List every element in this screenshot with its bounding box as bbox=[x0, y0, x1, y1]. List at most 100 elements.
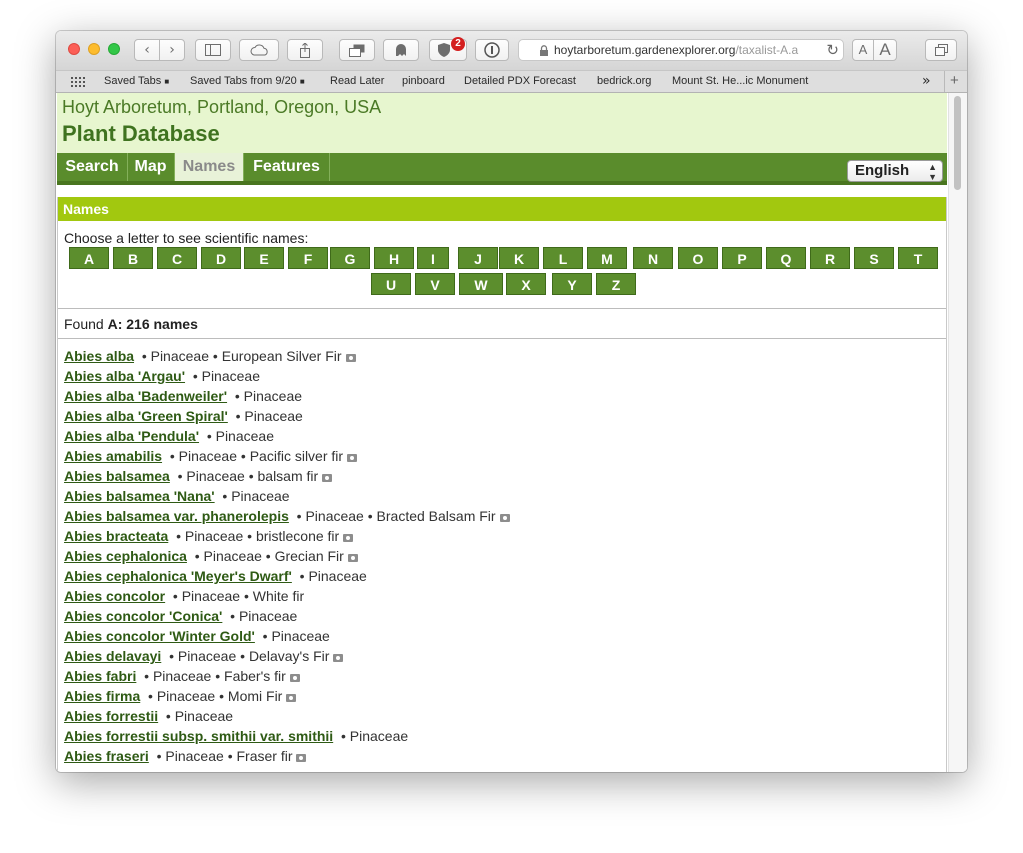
tab-search[interactable]: Search bbox=[57, 153, 128, 181]
plant-name-link[interactable]: Abies amabilis bbox=[64, 448, 162, 464]
font-small-label: A bbox=[858, 42, 868, 57]
letter-button-m[interactable]: M bbox=[587, 247, 627, 269]
plant-name-link[interactable]: Abies alba 'Argau' bbox=[64, 368, 185, 384]
bookmark-pinboard[interactable]: pinboard bbox=[402, 75, 445, 87]
back-button[interactable]: ‹ bbox=[134, 39, 160, 61]
tab-map[interactable]: Map bbox=[127, 153, 175, 181]
letter-button-d[interactable]: D bbox=[201, 247, 241, 269]
plant-name-link[interactable]: Abies alba bbox=[64, 348, 134, 364]
letter-button-e[interactable]: E bbox=[244, 247, 284, 269]
letter-button-j[interactable]: J bbox=[458, 247, 498, 269]
share-button[interactable] bbox=[287, 39, 323, 61]
scrollbar[interactable] bbox=[948, 93, 967, 772]
scrollbar-thumb[interactable] bbox=[954, 96, 961, 190]
plant-name-link[interactable]: Abies forrestii bbox=[64, 708, 158, 724]
forward-button[interactable]: › bbox=[159, 39, 185, 61]
folder-square-icon: ■ bbox=[164, 77, 170, 86]
plant-name-link[interactable]: Abies bracteata bbox=[64, 528, 168, 544]
plant-name-link[interactable]: Abies concolor 'Conica' bbox=[64, 608, 222, 624]
letter-button-p[interactable]: P bbox=[722, 247, 762, 269]
letter-button-l[interactable]: L bbox=[543, 247, 583, 269]
plant-row: Abies concolor 'Conica' • Pinaceae bbox=[64, 606, 934, 626]
letter-button-o[interactable]: O bbox=[678, 247, 718, 269]
plant-family: Pinaceae bbox=[308, 568, 367, 584]
increase-font-button[interactable]: A bbox=[873, 39, 897, 61]
plant-name-link[interactable]: Abies delavayi bbox=[64, 648, 161, 664]
camera-icon bbox=[347, 554, 358, 562]
ublock-extension-button[interactable]: 2 bbox=[429, 37, 467, 61]
letter-button-x[interactable]: X bbox=[506, 273, 546, 295]
plant-common-name: White fir bbox=[252, 588, 305, 604]
letter-button-w[interactable]: W bbox=[459, 273, 503, 295]
letter-button-n[interactable]: N bbox=[633, 247, 673, 269]
plant-family: Pinaceae bbox=[243, 388, 303, 404]
plant-name-link[interactable]: Abies forrestii subsp. smithii var. smit… bbox=[64, 728, 333, 744]
plant-name-link[interactable]: Abies balsamea var. phanerolepis bbox=[64, 508, 289, 524]
plant-name-link[interactable]: Abies fabri bbox=[64, 668, 136, 684]
decrease-font-button[interactable]: A bbox=[852, 39, 874, 61]
bookmarks-overflow-button[interactable]: » bbox=[922, 73, 931, 89]
plant-name-link[interactable]: Abies alba 'Green Spiral' bbox=[64, 408, 228, 424]
letter-button-c[interactable]: C bbox=[157, 247, 197, 269]
chevron-left-icon: ‹ bbox=[144, 42, 150, 58]
plant-name-link[interactable]: Abies alba 'Pendula' bbox=[64, 428, 199, 444]
bookmark-pdx-forecast[interactable]: Detailed PDX Forecast bbox=[464, 75, 576, 87]
language-select[interactable]: English ▲ ▼ bbox=[847, 160, 943, 182]
camera-icon bbox=[345, 354, 356, 362]
letter-button-f[interactable]: F bbox=[288, 247, 328, 269]
separator: • bbox=[141, 348, 147, 364]
sidebar-button[interactable] bbox=[195, 39, 231, 61]
plant-name-link[interactable]: Abies cephalonica bbox=[64, 548, 187, 564]
browser-window: ‹ › 2 hoytarboretum.gardenexplorer.org/t… bbox=[56, 31, 967, 772]
plant-name-link[interactable]: Abies concolor bbox=[64, 588, 165, 604]
zoom-window-button[interactable] bbox=[108, 43, 120, 55]
letter-button-t[interactable]: T bbox=[898, 247, 938, 269]
reload-icon[interactable]: ↻ bbox=[823, 40, 839, 60]
letter-button-z[interactable]: Z bbox=[596, 273, 636, 295]
separator: • bbox=[176, 528, 181, 544]
password-manager-button[interactable] bbox=[475, 39, 509, 61]
letter-button-g[interactable]: G bbox=[330, 247, 370, 269]
browser-toolbar: ‹ › 2 hoytarboretum.gardenexplorer.org/t… bbox=[56, 31, 967, 70]
plant-family: Pinaceae bbox=[156, 688, 216, 704]
letter-button-r[interactable]: R bbox=[810, 247, 850, 269]
letter-button-s[interactable]: S bbox=[854, 247, 894, 269]
close-window-button[interactable] bbox=[68, 43, 80, 55]
new-tab-button[interactable]: + bbox=[950, 72, 959, 89]
letter-button-h[interactable]: H bbox=[374, 247, 414, 269]
ghostery-extension-button[interactable] bbox=[383, 39, 419, 61]
bookmark-folder-saved-tabs-920[interactable]: Saved Tabs from 9/20 ■ bbox=[190, 75, 305, 87]
tab-features[interactable]: Features bbox=[244, 153, 330, 181]
plant-name-link[interactable]: Abies balsamea 'Nana' bbox=[64, 488, 215, 504]
letter-button-v[interactable]: V bbox=[415, 273, 455, 295]
camera-icon bbox=[286, 694, 297, 702]
letter-button-k[interactable]: K bbox=[499, 247, 539, 269]
address-bar[interactable]: hoytarboretum.gardenexplorer.org/taxalis… bbox=[518, 39, 844, 61]
lock-icon bbox=[540, 45, 548, 56]
plant-name-link[interactable]: Abies firma bbox=[64, 688, 140, 704]
letter-button-i[interactable]: I bbox=[417, 247, 449, 269]
bookmark-bedrick[interactable]: bedrick.org bbox=[597, 75, 651, 87]
minimize-window-button[interactable] bbox=[88, 43, 100, 55]
plant-name-link[interactable]: Abies cephalonica 'Meyer's Dwarf' bbox=[64, 568, 292, 584]
tab-overview-button[interactable] bbox=[339, 39, 375, 61]
plant-name-link[interactable]: Abies balsamea bbox=[64, 468, 170, 484]
letter-button-b[interactable]: B bbox=[113, 247, 153, 269]
bookmark-read-later[interactable]: Read Later bbox=[330, 75, 384, 87]
bookmark-mount-st-helens[interactable]: Mount St. He...ic Monument bbox=[672, 75, 808, 87]
tab-names[interactable]: Names bbox=[175, 153, 244, 181]
plant-name-link[interactable]: Abies fraseri bbox=[64, 748, 149, 764]
letter-button-y[interactable]: Y bbox=[552, 273, 592, 295]
show-all-tabs-button[interactable] bbox=[925, 39, 957, 61]
plant-name-link[interactable]: Abies alba 'Badenweiler' bbox=[64, 388, 227, 404]
plant-common-name: Grecian Fir bbox=[274, 548, 344, 564]
icloud-tabs-button[interactable] bbox=[239, 39, 279, 61]
letter-button-a[interactable]: A bbox=[69, 247, 109, 269]
letter-button-q[interactable]: Q bbox=[766, 247, 806, 269]
plant-row: Abies alba 'Pendula' • Pinaceae bbox=[64, 426, 934, 446]
bookmark-folder-saved-tabs[interactable]: Saved Tabs ■ bbox=[104, 75, 169, 87]
letter-button-u[interactable]: U bbox=[371, 273, 411, 295]
grid-icon[interactable] bbox=[71, 77, 85, 87]
plant-family: Pinaceae bbox=[181, 588, 241, 604]
plant-name-link[interactable]: Abies concolor 'Winter Gold' bbox=[64, 628, 255, 644]
